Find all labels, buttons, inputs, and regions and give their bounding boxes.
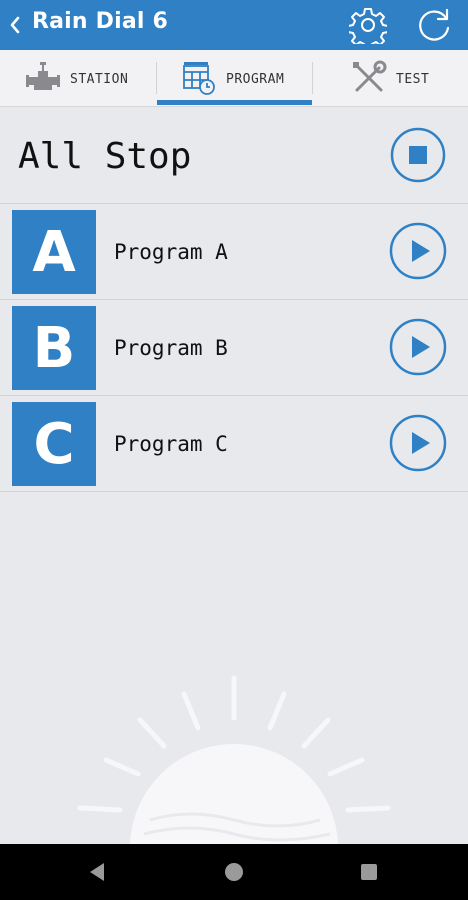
play-icon (412, 336, 430, 358)
nav-back-icon[interactable] (86, 860, 108, 884)
tab-program-label: PROGRAM (226, 72, 285, 87)
divider (0, 491, 468, 492)
play-program-b-button[interactable] (389, 318, 447, 376)
wrench-screwdriver-icon (353, 60, 387, 92)
tab-station[interactable]: STATION (0, 50, 156, 106)
refresh-icon[interactable] (415, 6, 453, 44)
nav-recent-icon[interactable] (360, 863, 378, 881)
play-icon (412, 432, 430, 454)
tab-test[interactable]: TEST (313, 50, 468, 106)
app-title: Rain Dial 6 (32, 9, 169, 34)
calendar-clock-icon (183, 62, 215, 95)
tab-test-label: TEST (396, 72, 430, 87)
tab-program[interactable]: PROGRAM (157, 50, 312, 106)
chevron-left-icon[interactable] (8, 14, 22, 36)
program-row-c[interactable]: C Program C (0, 396, 468, 491)
all-stop-button[interactable] (390, 127, 446, 183)
program-name: Program A (114, 240, 228, 264)
stop-icon (409, 146, 427, 164)
program-letter-tile: A (12, 210, 96, 294)
play-program-a-button[interactable] (389, 222, 447, 280)
program-row-b[interactable]: B Program B (0, 300, 468, 395)
program-row-a[interactable]: A Program A (0, 204, 468, 299)
gear-icon[interactable] (349, 6, 387, 44)
nav-home-icon[interactable] (224, 862, 244, 882)
play-program-c-button[interactable] (389, 414, 447, 472)
selected-tab-indicator (157, 100, 312, 105)
program-name: Program C (114, 432, 228, 456)
program-name: Program B (114, 336, 228, 360)
tab-station-label: STATION (70, 72, 129, 87)
play-icon (412, 240, 430, 262)
program-letter-tile: C (12, 402, 96, 486)
all-stop-label: All Stop (18, 136, 192, 177)
sun-watermark-icon (77, 675, 391, 848)
valve-icon (26, 62, 60, 90)
app-header: Rain Dial 6 (0, 0, 468, 50)
tab-bar: STATION PROGRAM TEST (0, 50, 468, 107)
system-nav-bar (0, 844, 468, 900)
program-letter-tile: B (12, 306, 96, 390)
